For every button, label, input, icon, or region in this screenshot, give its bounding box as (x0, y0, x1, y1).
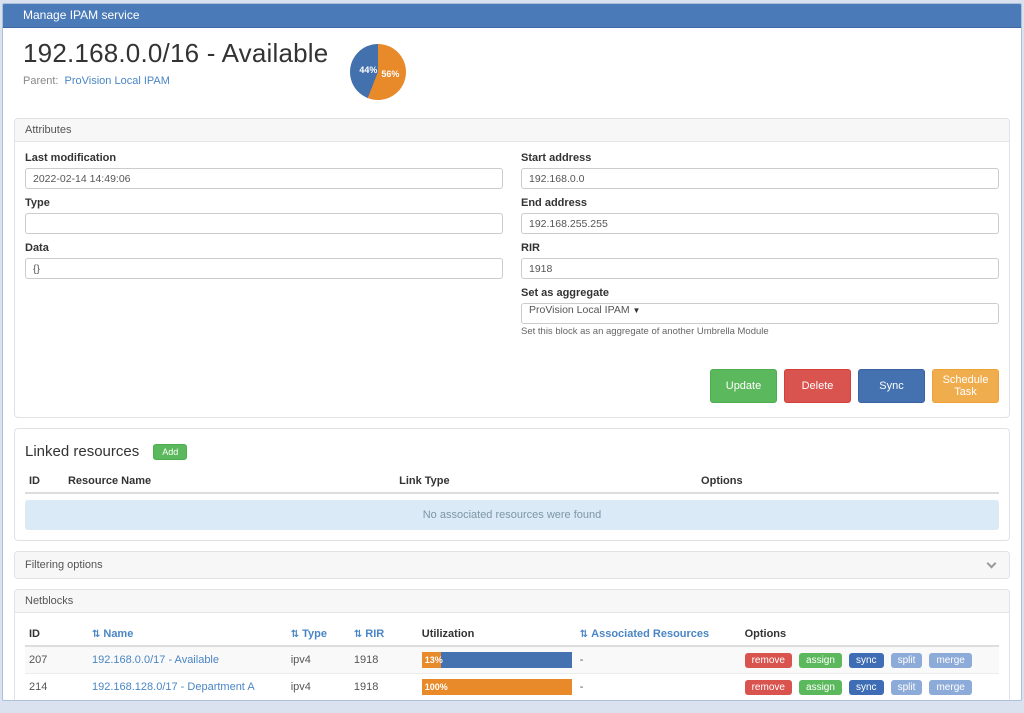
utilization-pie-chart: 44% 56% (350, 44, 406, 100)
nb-associated: - (576, 674, 741, 701)
main-window: Manage IPAM service 192.168.0.0/16 - Ava… (2, 3, 1022, 701)
end-address-label: End address (521, 197, 999, 209)
pie-slice-label-used: 56% (381, 69, 399, 79)
split-button[interactable]: split (891, 653, 923, 668)
breadcrumb: Parent: ProVision Local IPAM (23, 75, 328, 87)
netblock-link[interactable]: 192.168.128.0/17 - Department A (92, 681, 255, 693)
assign-button[interactable]: assign (799, 680, 842, 695)
nb-id: 207 (25, 646, 88, 674)
nb-col-utilization: Utilization (418, 623, 576, 646)
last-modification-input[interactable] (25, 168, 503, 189)
merge-button[interactable]: merge (929, 680, 971, 695)
filtering-options-panel: Filtering options (14, 551, 1010, 579)
attributes-actions: Update Delete Sync Schedule Task (25, 369, 999, 403)
remove-button[interactable]: remove (745, 653, 792, 668)
window-title: Manage IPAM service (3, 4, 1021, 28)
nb-col-options: Options (741, 623, 999, 646)
type-label: Type (25, 197, 503, 209)
hero-section: 192.168.0.0/16 - Available Parent: ProVi… (3, 28, 1021, 118)
start-address-label: Start address (521, 152, 999, 164)
lr-col-options: Options (697, 470, 999, 493)
delete-button[interactable]: Delete (784, 369, 851, 403)
netblock-row: 207 192.168.0.0/17 - Available ipv4 1918… (25, 646, 999, 674)
nb-rir: 1918 (350, 674, 418, 701)
data-input[interactable] (25, 258, 503, 279)
linked-resources-table: ID Resource Name Link Type Options (25, 470, 999, 494)
linked-resources-title: Linked resources (25, 443, 139, 460)
netblock-link[interactable]: 192.168.0.0/17 - Available (92, 654, 219, 666)
rir-label: RIR (521, 242, 999, 254)
attributes-panel-title: Attributes (15, 119, 1009, 142)
nb-col-name[interactable]: ⇅Name (88, 623, 287, 646)
nb-rir: 1918 (350, 646, 418, 674)
add-resource-button[interactable]: Add (153, 444, 187, 460)
attributes-panel: Attributes Last modification Type Data (14, 118, 1010, 418)
parent-label: Parent: (23, 75, 58, 87)
update-button[interactable]: Update (710, 369, 777, 403)
merge-button[interactable]: merge (929, 653, 971, 668)
linked-resources-panel: Linked resources Add ID Resource Name Li… (14, 428, 1010, 541)
aggregate-selected-value: ProVision Local IPAM (529, 304, 630, 316)
sort-icon: ⇅ (354, 629, 362, 640)
utilization-bar: 13% (422, 652, 572, 668)
nb-col-type[interactable]: ⇅Type (287, 623, 350, 646)
nb-col-rir[interactable]: ⇅RIR (350, 623, 418, 646)
sort-icon: ⇅ (92, 629, 100, 640)
lr-col-id: ID (25, 470, 64, 493)
aggregate-label: Set as aggregate (521, 287, 999, 299)
sync-button[interactable]: Sync (858, 369, 925, 403)
sort-icon: ⇅ (580, 629, 588, 640)
sync-row-button[interactable]: sync (849, 680, 884, 695)
nb-associated: - (576, 646, 741, 674)
aggregate-help-text: Set this block as an aggregate of anothe… (521, 326, 999, 337)
select-caret-icon: ▼ (633, 306, 641, 315)
filtering-options-title: Filtering options (25, 559, 103, 571)
start-address-input[interactable] (521, 168, 999, 189)
attributes-left-column: Last modification Type Data (25, 152, 503, 345)
parent-link[interactable]: ProVision Local IPAM (65, 75, 170, 87)
nb-col-id: ID (25, 623, 88, 646)
aggregate-select[interactable]: ProVision Local IPAM ▼ (521, 303, 999, 324)
utilization-bar: 100% (422, 679, 572, 695)
lr-col-link-type: Link Type (395, 470, 697, 493)
nb-id: 214 (25, 674, 88, 701)
schedule-task-button[interactable]: Schedule Task (932, 369, 999, 403)
lr-col-name: Resource Name (64, 470, 395, 493)
utilization-value: 13% (425, 652, 443, 668)
rir-input[interactable] (521, 258, 999, 279)
nb-type: ipv4 (287, 674, 350, 701)
chevron-down-icon[interactable] (987, 559, 997, 569)
netblock-row: 214 192.168.128.0/17 - Department A ipv4… (25, 674, 999, 701)
no-resources-message: No associated resources were found (25, 500, 999, 530)
netblocks-table: ID ⇅Name ⇅Type ⇅RIR Utilization ⇅Associa… (25, 623, 999, 701)
end-address-input[interactable] (521, 213, 999, 234)
type-input[interactable] (25, 213, 503, 234)
sort-icon: ⇅ (291, 629, 299, 640)
nb-type: ipv4 (287, 646, 350, 674)
remove-button[interactable]: remove (745, 680, 792, 695)
netblocks-panel: Netblocks ID ⇅Name ⇅Type ⇅RIR Utilizatio… (14, 589, 1010, 701)
sync-row-button[interactable]: sync (849, 653, 884, 668)
pie-slice-label-free: 44% (359, 65, 377, 75)
utilization-value: 100% (425, 679, 448, 695)
data-label: Data (25, 242, 503, 254)
filtering-options-header[interactable]: Filtering options (15, 552, 1009, 578)
last-modification-label: Last modification (25, 152, 503, 164)
nb-col-associated[interactable]: ⇅Associated Resources (576, 623, 741, 646)
page-title: 192.168.0.0/16 - Available (23, 38, 328, 69)
netblocks-panel-title: Netblocks (15, 590, 1009, 613)
assign-button[interactable]: assign (799, 653, 842, 668)
attributes-right-column: Start address End address RIR Set as agg… (521, 152, 999, 345)
split-button[interactable]: split (891, 680, 923, 695)
